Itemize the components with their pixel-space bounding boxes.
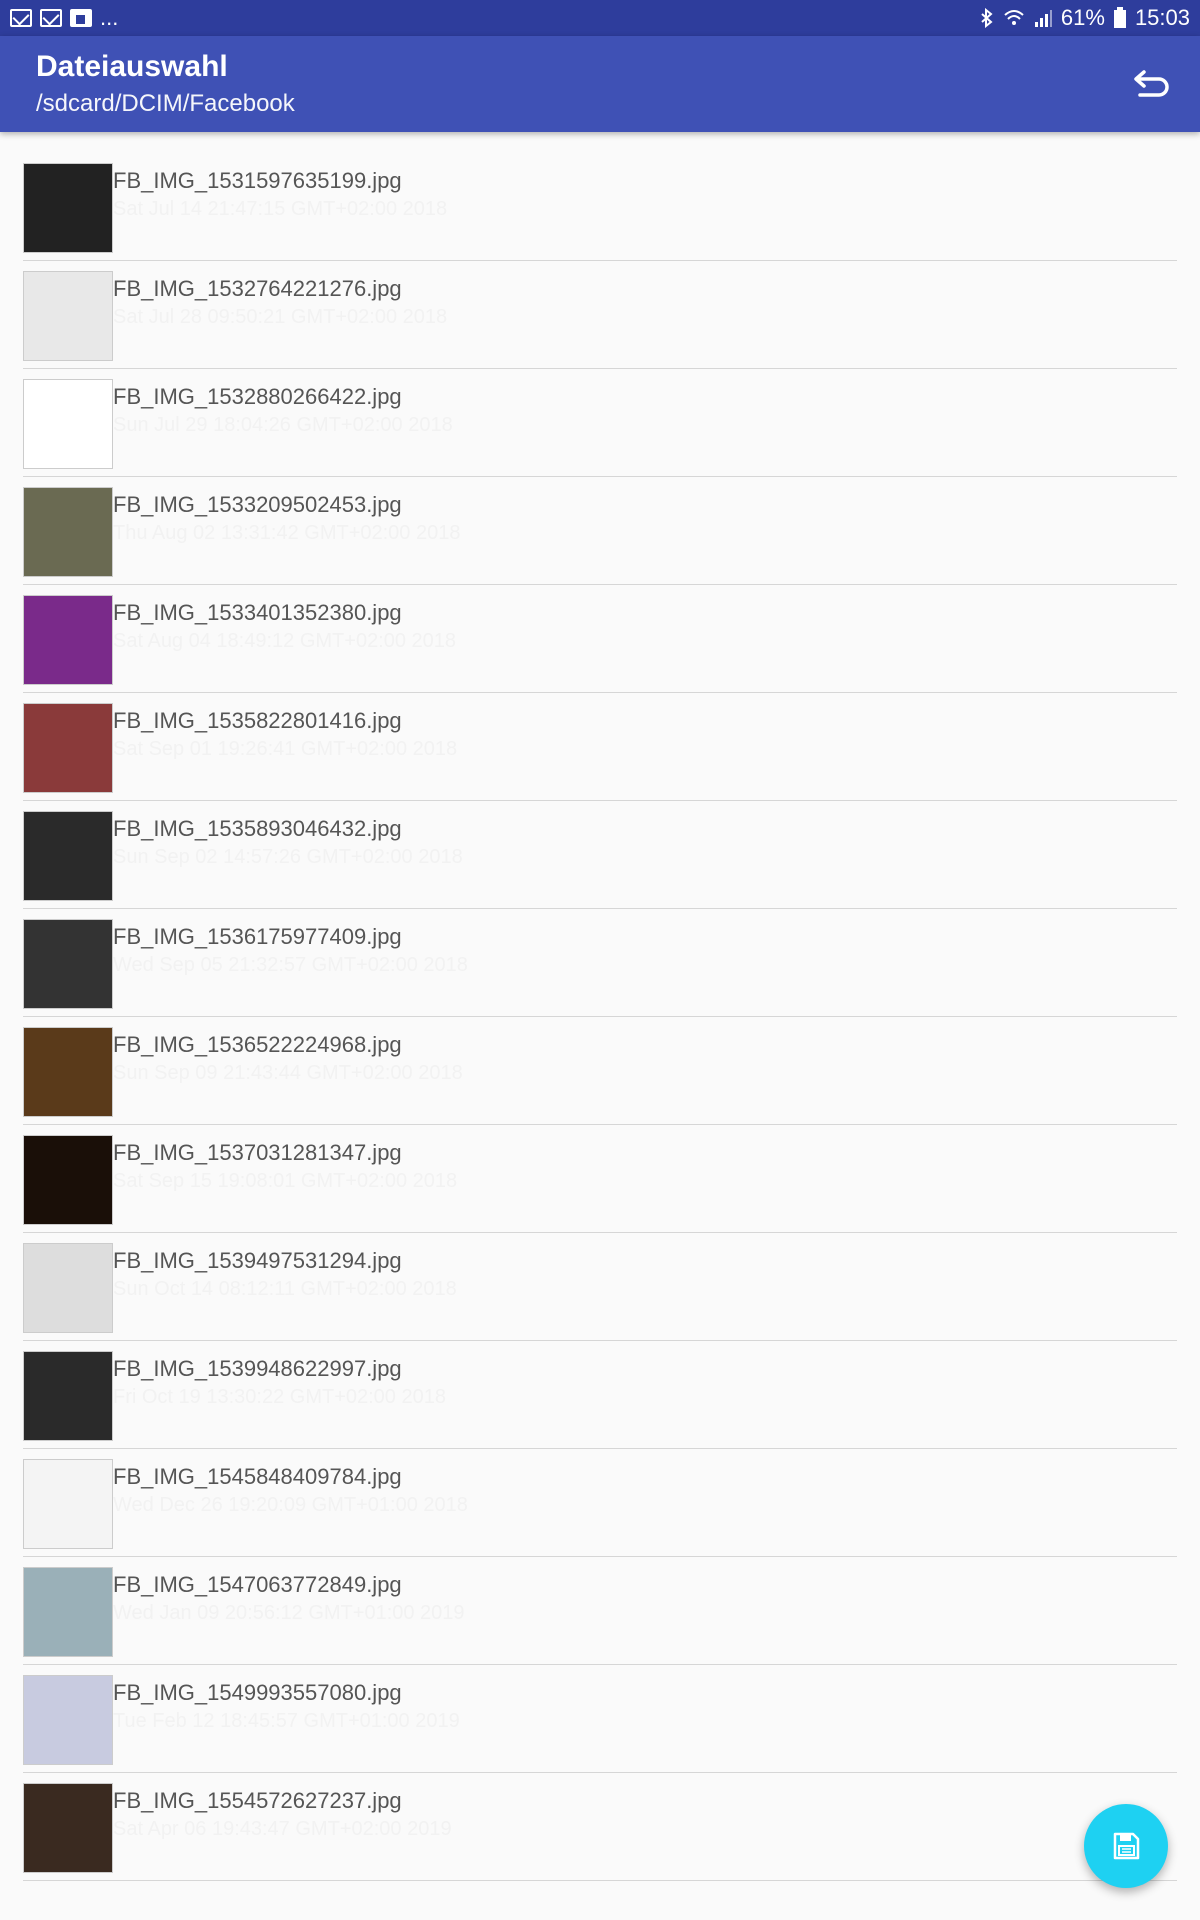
battery-percent: 61% [1060,5,1105,30]
email-icon [10,9,32,27]
file-date: Fri Oct 19 13:30:22 GMT+02:00 2018 [113,1386,446,1408]
battery-icon [1113,7,1126,28]
undo-icon [1134,70,1169,97]
more-notifications-text: ... [100,5,119,30]
app-bar: Dateiauswahl /sdcard/DCIM/Facebook [0,36,1200,132]
file-name: FB_IMG_1547063772849.jpg [113,1572,402,1597]
file-date: Sat Sep 01 19:26:41 GMT+02:00 2018 [113,738,458,760]
save-button[interactable] [1084,1804,1168,1888]
row-divider [23,1880,1177,1881]
file-date: Sun Sep 02 14:57:26 GMT+02:00 2018 [113,846,463,868]
file-name: FB_IMG_1537031281347.jpg [113,1140,402,1165]
file-row[interactable]: FB_IMG_1533209502453.jpg Thu Aug 02 13:31… [0,456,1200,585]
file-row[interactable]: FB_IMG_1536175977409.jpg Wed Sep 05 21:32… [0,888,1200,1017]
file-row[interactable]: FB_IMG_1535893046432.jpg Sun Sep 02 14:57… [0,780,1200,909]
file-row[interactable]: FB_IMG_1539948622997.jpg Fri Oct 19 13:30… [0,1320,1200,1449]
file-date: Sun Jul 29 18:04:26 GMT+02:00 2018 [113,414,453,436]
file-date: Sun Sep 09 21:43:44 GMT+02:00 2018 [113,1062,463,1084]
file-name: FB_IMG_1535893046432.jpg [113,816,402,841]
file-date: Sat Jul 28 09:50:21 GMT+02:00 2018 [113,306,448,328]
signal-icon [1034,10,1052,27]
file-name: FB_IMG_1554572627237.jpg [113,1788,402,1813]
email-icon [40,9,62,27]
file-name: FB_IMG_1549993557080.jpg [113,1680,402,1705]
file-name: FB_IMG_1536522224968.jpg [113,1032,402,1057]
file-name: FB_IMG_1532764221276.jpg [113,276,402,301]
flipboard-icon [70,9,92,27]
file-name: FB_IMG_1539948622997.jpg [113,1356,402,1381]
file-row[interactable]: FB_IMG_1537031281347.jpg Sat Sep 15 19:08… [0,1104,1200,1233]
file-thumbnail [23,1783,113,1873]
file-name: FB_IMG_1533209502453.jpg [113,492,402,517]
file-date: Sat Aug 04 18:49:12 GMT+02:00 2018 [113,630,457,652]
file-row[interactable]: FB_IMG_1554572627237.jpg Sat Apr 06 19:43… [0,1752,1200,1881]
file-date: Wed Dec 26 19:20:09 GMT+01:00 2018 [113,1494,468,1516]
file-row[interactable]: FB_IMG_1547063772849.jpg Wed Jan 09 20:56… [0,1536,1200,1665]
file-row[interactable]: FB_IMG_1539497531294.jpg Sun Oct 14 08:12… [0,1212,1200,1341]
file-row[interactable]: FB_IMG_1532764221276.jpg Sat Jul 28 09:50… [0,240,1200,369]
file-date: Tue Feb 12 18:45:57 GMT+01:00 2019 [113,1710,460,1732]
file-date: Wed Jan 09 20:56:12 GMT+01:00 2019 [113,1602,465,1624]
wifi-icon [1004,10,1024,25]
page-title: Dateiauswahl [36,50,228,83]
current-path: /sdcard/DCIM/Facebook [36,90,295,117]
file-name: FB_IMG_1535822801416.jpg [113,708,402,733]
file-date: Sun Oct 14 08:12:11 GMT+02:00 2018 [113,1278,457,1300]
clock: 15:03 [1134,5,1190,30]
file-date: Wed Sep 05 21:32:57 GMT+02:00 2018 [113,954,468,976]
file-row[interactable]: FB_IMG_1532880266422.jpg Sun Jul 29 18:04… [0,348,1200,477]
file-row[interactable]: FB_IMG_1533401352380.jpg Sat Aug 04 18:49… [0,564,1200,693]
status-bar-notifications: ... [10,5,118,31]
save-icon [1113,1832,1140,1860]
file-name: FB_IMG_1531597635199.jpg [113,168,402,193]
file-row[interactable]: FB_IMG_1535822801416.jpg Sat Sep 01 19:26… [0,672,1200,801]
file-name: FB_IMG_1539497531294.jpg [113,1248,402,1273]
status-bar-system: 61% 15:03 [979,5,1190,31]
status-bar: ... 61% 15:03 [0,0,1200,36]
file-date: Sat Sep 15 19:08:01 GMT+02:00 2018 [113,1170,458,1192]
bluetooth-icon [981,8,993,28]
file-name: FB_IMG_1545848409784.jpg [113,1464,402,1489]
file-row[interactable]: FB_IMG_1531597635199.jpg Sat Jul 14 21:47… [0,132,1200,261]
file-date: Thu Aug 02 13:31:42 GMT+02:00 2018 [113,522,461,544]
file-name: FB_IMG_1536175977409.jpg [113,924,402,949]
file-row[interactable]: FB_IMG_1536522224968.jpg Sun Sep 09 21:43… [0,996,1200,1125]
file-date: Sat Jul 14 21:47:15 GMT+02:00 2018 [113,198,448,220]
file-list: FB_IMG_1531597635199.jpg Sat Jul 14 21:47… [0,132,1200,1881]
file-date: Sat Apr 06 19:43:47 GMT+02:00 2019 [113,1818,452,1840]
file-row[interactable]: FB_IMG_1545848409784.jpg Wed Dec 26 19:20… [0,1428,1200,1557]
go-up-button[interactable] [1132,66,1172,102]
file-name: FB_IMG_1532880266422.jpg [113,384,402,409]
file-name: FB_IMG_1533401352380.jpg [113,600,402,625]
file-row[interactable]: FB_IMG_1549993557080.jpg Tue Feb 12 18:45… [0,1644,1200,1773]
